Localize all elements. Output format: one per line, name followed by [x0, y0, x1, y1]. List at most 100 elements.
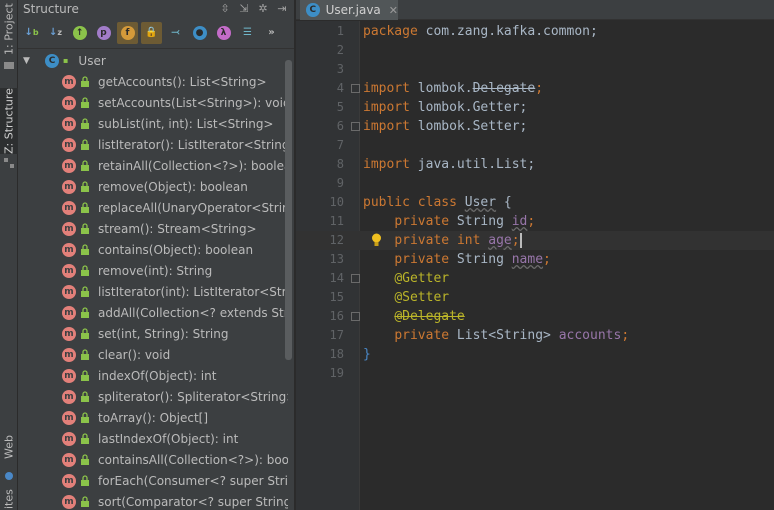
hide-icon[interactable]: ⇥	[275, 2, 289, 15]
fold-icon[interactable]	[351, 122, 360, 131]
autoscroll-icon[interactable]: ☰	[237, 22, 258, 44]
fold-icon[interactable]	[351, 274, 360, 283]
method-label: set(int, String): String	[98, 326, 229, 341]
public-lock-icon	[81, 453, 89, 465]
tree-row-method[interactable]: m retainAll(Collection<?>): boolean	[18, 155, 288, 176]
tree-row-method[interactable]: m contains(Object): boolean	[18, 239, 288, 260]
tree-root-user[interactable]: ▼ C ▪ User	[18, 50, 288, 71]
code-text: ;	[527, 214, 536, 229]
close-icon[interactable]: ✕	[389, 4, 398, 17]
method-label: retainAll(Collection<?>): boolean	[98, 158, 288, 173]
keyword: public class	[363, 195, 457, 210]
method-icon: m	[62, 116, 76, 131]
method-label: replaceAll(UnaryOperator<String>	[98, 200, 288, 215]
line-number: 1	[336, 24, 344, 38]
method-label: remove(Object): boolean	[98, 179, 248, 194]
fold-icon[interactable]	[351, 84, 360, 93]
deprecated-name: Delegate	[472, 81, 536, 96]
gear-icon[interactable]: ✲	[256, 2, 270, 15]
tab-project[interactable]: 1: Project	[0, 0, 18, 58]
tree-row-method[interactable]: m stream(): Stream<String>	[18, 218, 288, 239]
tree-row-method[interactable]: m subList(int, int): List<String>	[18, 113, 288, 134]
sort-by-visibility-icon[interactable]: ↓ b	[21, 22, 42, 44]
tab-web[interactable]: Web	[0, 425, 18, 469]
tab-user-java[interactable]: C User.java ✕	[300, 0, 398, 20]
tree-row-method[interactable]: m indexOf(Object): int	[18, 365, 288, 386]
tree-row-method[interactable]: m forEach(Consumer<? super String	[18, 470, 288, 491]
code-line: 11 private String id;	[296, 212, 774, 231]
tool-window-strip: 1: Project Z: Structure Web ites	[0, 0, 18, 510]
line-number: 8	[336, 157, 344, 171]
tree-row-method[interactable]: m clear(): void	[18, 344, 288, 365]
line-number: 11	[329, 214, 344, 228]
tree-row-method[interactable]: m setAccounts(List<String>): void	[18, 92, 288, 113]
sort-alphabetically-icon[interactable]: ↓ z	[45, 22, 66, 44]
line-number: 18	[329, 347, 344, 361]
keyword: int	[456, 233, 481, 248]
code-line: 16 @Delegate	[296, 307, 774, 326]
more-icon[interactable]: »	[261, 22, 282, 44]
show-non-public-icon[interactable]: 🔒	[141, 21, 162, 44]
tree-row-method[interactable]: m lastIndexOf(Object): int	[18, 428, 288, 449]
line-number: 6	[336, 119, 344, 133]
tab-web-label: Web	[2, 435, 16, 459]
show-anonymous-icon[interactable]: ●	[189, 22, 210, 44]
tree-row-method[interactable]: m containsAll(Collection<?>): boolea	[18, 449, 288, 470]
show-inherited-icon[interactable]: ↑	[69, 22, 90, 44]
collapse-icon[interactable]: ⇲	[237, 2, 251, 15]
tree-row-method[interactable]: m replaceAll(UnaryOperator<String>	[18, 197, 288, 218]
tab-structure[interactable]: Z: Structure	[0, 88, 18, 154]
lambda-icon[interactable]: λ	[213, 22, 234, 44]
code-line-current: 12 private int age;	[296, 231, 774, 250]
public-lock-icon	[81, 348, 89, 360]
collapse-arrow-icon[interactable]: ▼	[23, 56, 35, 66]
tree-row-method[interactable]: m listIterator(): ListIterator<String>	[18, 134, 288, 155]
structure-title: Structure	[23, 1, 79, 16]
method-label: listIterator(): ListIterator<String>	[98, 137, 288, 152]
tree-row-method[interactable]: m addAll(Collection<? extends String	[18, 302, 288, 323]
code-line: 14 @Getter	[296, 269, 774, 288]
method-icon: m	[62, 389, 76, 404]
method-label: remove(int): String	[98, 263, 213, 278]
keyword: private	[394, 328, 450, 343]
expand-collapse-icon[interactable]: ⇳	[218, 2, 232, 15]
tree-row-method[interactable]: m sort(Comparator<? super String>):	[18, 491, 288, 510]
method-icon: m	[62, 473, 76, 488]
tree-row-method[interactable]: m spliterator(): Spliterator<String>	[18, 386, 288, 407]
class-name: User	[464, 195, 497, 210]
code-text: java.util.List;	[409, 157, 536, 172]
method-label: subList(int, int): List<String>	[98, 116, 274, 131]
tab-label: User.java	[325, 3, 381, 17]
code-text: {	[496, 195, 512, 210]
line-number: 5	[336, 100, 344, 114]
tab-favorites[interactable]: ites	[0, 488, 18, 510]
folder-icon	[4, 62, 14, 69]
code-text: }	[363, 347, 371, 362]
tree-row-method[interactable]: m set(int, String): String	[18, 323, 288, 344]
public-lock-icon	[81, 495, 89, 507]
code-line: 4 import lombok.Delegate;	[296, 79, 774, 98]
structure-scrollbar[interactable]	[285, 60, 292, 360]
method-label: forEach(Consumer<? super String	[98, 473, 288, 488]
tree-row-method[interactable]: m remove(Object): boolean	[18, 176, 288, 197]
method-icon: m	[62, 452, 76, 467]
method-icon: m	[62, 368, 76, 383]
code-line: 3	[296, 60, 774, 79]
structure-icon	[4, 158, 14, 168]
tree-row-method[interactable]: m getAccounts(): List<String>	[18, 71, 288, 92]
code-text: ;	[511, 233, 522, 248]
code-line: 15 @Setter	[296, 288, 774, 307]
tab-structure-label: Z: Structure	[2, 88, 16, 154]
tree-row-method[interactable]: m listIterator(int): ListIterator<String:	[18, 281, 288, 302]
code-line: 18}	[296, 345, 774, 364]
tree-row-method[interactable]: m remove(int): String	[18, 260, 288, 281]
show-properties-icon[interactable]: p	[93, 22, 114, 44]
keyword: import	[363, 100, 410, 115]
code-text: ;	[621, 328, 630, 343]
show-fields-icon[interactable]: f	[117, 21, 138, 44]
structure-toolbar: ↓ b ↓ z ↑ p f 🔒 ⤙ ● λ ☰ »	[18, 17, 294, 49]
tree-row-method[interactable]: m toArray(): Object[]	[18, 407, 288, 428]
show-lambdas-icon[interactable]: ⤙	[165, 22, 186, 44]
method-label: lastIndexOf(Object): int	[98, 431, 239, 446]
fold-icon[interactable]	[351, 312, 360, 321]
